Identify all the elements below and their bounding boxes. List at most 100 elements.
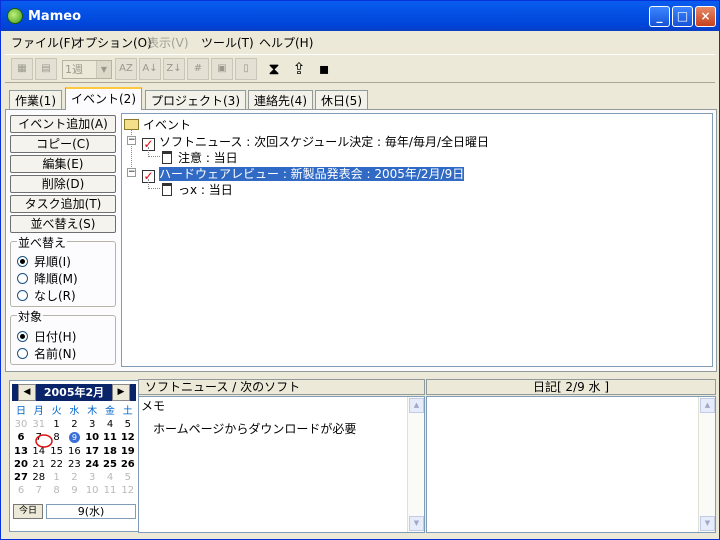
tab-projects[interactable]: プロジェクト(3) [145,90,246,109]
chevron-down-icon[interactable]: ▼ [96,61,111,78]
collapse-icon[interactable]: − [127,136,136,145]
tree-subitem[interactable]: っx : 当日 [162,181,233,198]
menu-file[interactable]: ファイル(F) [11,34,75,51]
radio-ascending-dot[interactable] [17,256,28,267]
sort-asc-icon[interactable]: A↓ [139,58,161,80]
calendar-day[interactable]: 30 [12,418,30,431]
sort-number-icon[interactable]: # [187,58,209,80]
month-calendar[interactable]: ◀ 2005年2月 ▶ 日月火水木金土 30 31 1 2 3 4 5 6 7 8 9 10 11 12 13… [9,380,139,532]
calendar-day[interactable]: 24 [83,458,101,471]
radio-date-dot[interactable] [17,331,28,342]
calendar-day[interactable]: 17 [83,445,101,458]
calendar-day[interactable]: 9 [65,431,83,444]
calendar-day[interactable]: 3 [83,418,101,431]
title-bar[interactable]: Mameo _ □ × [1,1,719,31]
calendar-day[interactable]: 1 [48,471,66,484]
calendar-day[interactable]: 18 [101,445,119,458]
menu-help[interactable]: ヘルプ(H) [259,34,313,51]
calendar-day[interactable]: 21 [30,458,48,471]
tab-contacts[interactable]: 連絡先(4) [248,90,313,109]
radio-name[interactable]: 名前(N) [17,345,76,362]
calendar-day[interactable]: 2 [65,418,83,431]
calendar-day[interactable]: 7 [30,484,48,497]
memo-textarea[interactable]: メモ ホームページからダウンロードが必要 ▲ ▼ [138,396,425,533]
calendar-day[interactable]: 23 [65,458,83,471]
tree-subitem[interactable]: 注意 : 当日 [162,149,238,166]
week-view-icon[interactable]: ▤ [35,58,57,80]
delete-button[interactable]: 削除(D) [10,175,116,193]
menu-tools[interactable]: ツール(T) [201,34,254,51]
tab-events[interactable]: イベント(2) [65,87,142,110]
maximize-button[interactable]: □ [672,6,693,27]
menu-view[interactable]: 表示(V) [147,34,189,51]
next-month-icon[interactable]: ▶ [112,384,130,401]
calendar-day[interactable]: 26 [119,458,137,471]
prev-month-icon[interactable]: ◀ [18,384,36,401]
radio-none-dot[interactable] [17,290,28,301]
import-icon[interactable]: ⇪ [288,58,310,80]
calendar-day[interactable]: 5 [119,471,137,484]
add-event-button[interactable]: イベント追加(A) [10,115,116,133]
add-task-button[interactable]: タスク追加(T) [10,195,116,213]
calendar-day[interactable]: 19 [119,445,137,458]
calendar-day[interactable]: 5 [119,418,137,431]
today-button[interactable]: 今日 [13,504,43,519]
calendar-day[interactable]: 20 [12,458,30,471]
calendar-day[interactable]: 10 [83,484,101,497]
properties-icon[interactable]: ▣ [211,58,233,80]
radio-ascending[interactable]: 昇順(I) [17,253,71,270]
calendar-day[interactable]: 6 [12,484,30,497]
radio-date[interactable]: 日付(H) [17,328,76,345]
edit-button[interactable]: 編集(E) [10,155,116,173]
minimize-button[interactable]: _ [649,6,670,27]
calendar-day[interactable]: 8 [48,484,66,497]
copy-button[interactable]: コピー(C) [10,135,116,153]
scroll-down-icon[interactable]: ▼ [409,516,424,531]
selected-date-field[interactable]: 9(水) [46,504,136,519]
calendar-day[interactable]: 27 [12,471,30,484]
calendar-day[interactable]: 6 [12,431,30,444]
month-view-icon[interactable]: ▦ [11,58,33,80]
menu-options[interactable]: オプション(O) [73,34,152,51]
calendar-day[interactable]: 1 [48,418,66,431]
radio-name-dot[interactable] [17,348,28,359]
scroll-down-icon[interactable]: ▼ [700,516,715,531]
sort-desc-icon[interactable]: Z↓ [163,58,185,80]
calendar-day[interactable]: 22 [48,458,66,471]
hourglass-icon[interactable]: ⧗ [263,58,285,80]
calendar-day[interactable]: 31 [30,418,48,431]
delete-icon[interactable]: ▯ [235,58,257,80]
scroll-up-icon[interactable]: ▲ [409,398,424,413]
radio-none[interactable]: なし(R) [17,287,76,304]
diary-textarea[interactable]: ▲ ▼ [426,396,716,533]
calendar-day[interactable]: 25 [101,458,119,471]
calendar-day[interactable]: 16 [65,445,83,458]
calendar-day[interactable]: 11 [101,431,119,444]
radio-descending[interactable]: 降順(M) [17,270,78,287]
event-tree[interactable]: イベント − ✓ ソフトニュース : 次回スケジュール決定 : 毎年/毎月/全日曜… [121,113,713,367]
diary-scrollbar[interactable]: ▲ ▼ [698,397,715,532]
calendar-day[interactable]: 4 [101,418,119,431]
calendar-day[interactable]: 10 [83,431,101,444]
radio-descending-dot[interactable] [17,273,28,284]
sort-az-icon[interactable]: AZ [115,58,137,80]
calendar-day[interactable]: 28 [30,471,48,484]
scroll-up-icon[interactable]: ▲ [700,398,715,413]
save-icon[interactable]: ▪ [313,58,335,80]
calendar-day[interactable]: 13 [12,445,30,458]
tab-holidays[interactable]: 休日(5) [315,90,368,109]
collapse-icon[interactable]: − [127,168,136,177]
week-combo[interactable]: 1週 ▼ [62,60,112,79]
tab-work[interactable]: 作業(1) [9,90,62,109]
calendar-day[interactable]: 12 [119,431,137,444]
calendar-day[interactable]: 12 [119,484,137,497]
sort-button[interactable]: 並べ替え(S) [10,215,116,233]
close-button[interactable]: × [695,6,716,27]
calendar-day[interactable]: 3 [83,471,101,484]
calendar-day[interactable]: 4 [101,471,119,484]
calendar-day[interactable]: 11 [101,484,119,497]
memo-scrollbar[interactable]: ▲ ▼ [407,397,424,532]
calendar-day[interactable]: 9 [65,484,83,497]
tree-root[interactable]: イベント [124,116,191,133]
calendar-day[interactable]: 2 [65,471,83,484]
